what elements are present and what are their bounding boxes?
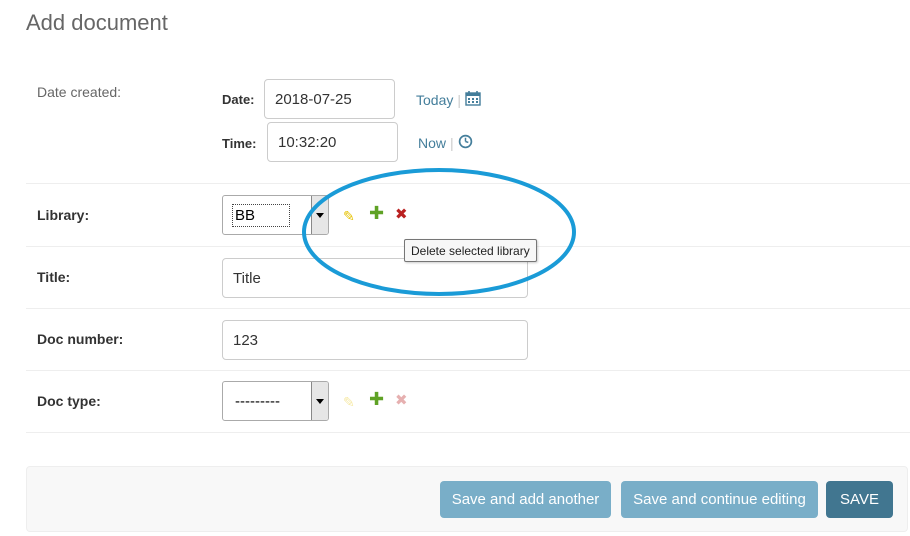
doc-type-label: Doc type: — [37, 393, 101, 409]
save-and-add-another-button[interactable]: Save and add another — [440, 481, 611, 518]
pencil-icon: ✎ — [343, 394, 355, 410]
date-label: Date: — [222, 92, 255, 107]
time-input[interactable]: 10:32:20 — [267, 122, 398, 162]
date-input[interactable]: 2018-07-25 — [264, 79, 395, 119]
calendar-icon[interactable] — [465, 90, 481, 109]
dropdown-arrow-icon[interactable] — [311, 382, 328, 420]
date-created-label: Date created: — [37, 84, 122, 100]
divider — [26, 370, 910, 371]
doc-type-select[interactable]: --------- — [222, 381, 329, 421]
doc-number-value: 123 — [233, 331, 259, 349]
separator: | — [450, 135, 454, 151]
library-selected-value: BB — [232, 203, 291, 227]
time-label: Time: — [222, 136, 257, 151]
submit-row: Save and add another Save and continue e… — [26, 466, 908, 532]
save-button[interactable]: SAVE — [826, 481, 893, 518]
title-label: Title: — [37, 269, 71, 285]
doc-number-label: Doc number: — [37, 331, 124, 347]
library-label: Library: — [37, 207, 90, 223]
doc-number-input[interactable]: 123 — [222, 320, 528, 360]
title-value: Title — [233, 269, 261, 287]
doc-type-selected-value: --------- — [235, 392, 280, 410]
delete-icon: ✖ — [395, 392, 408, 409]
save-and-continue-button[interactable]: Save and continue editing — [621, 481, 818, 518]
clock-icon[interactable] — [458, 134, 473, 152]
divider — [26, 308, 910, 309]
separator: | — [457, 91, 461, 108]
plus-icon[interactable]: ✚ — [369, 390, 384, 408]
time-shortcuts: Now | — [418, 134, 473, 152]
divider — [26, 432, 910, 433]
time-value: 10:32:20 — [278, 133, 337, 151]
date-value: 2018-07-25 — [275, 90, 352, 108]
annotation-ellipse — [302, 168, 576, 296]
today-link[interactable]: Today — [416, 92, 453, 108]
delete-tooltip: Delete selected library — [404, 239, 537, 262]
now-link[interactable]: Now — [418, 135, 446, 151]
page-title: Add document — [26, 10, 168, 35]
date-shortcuts: Today | — [416, 90, 481, 109]
